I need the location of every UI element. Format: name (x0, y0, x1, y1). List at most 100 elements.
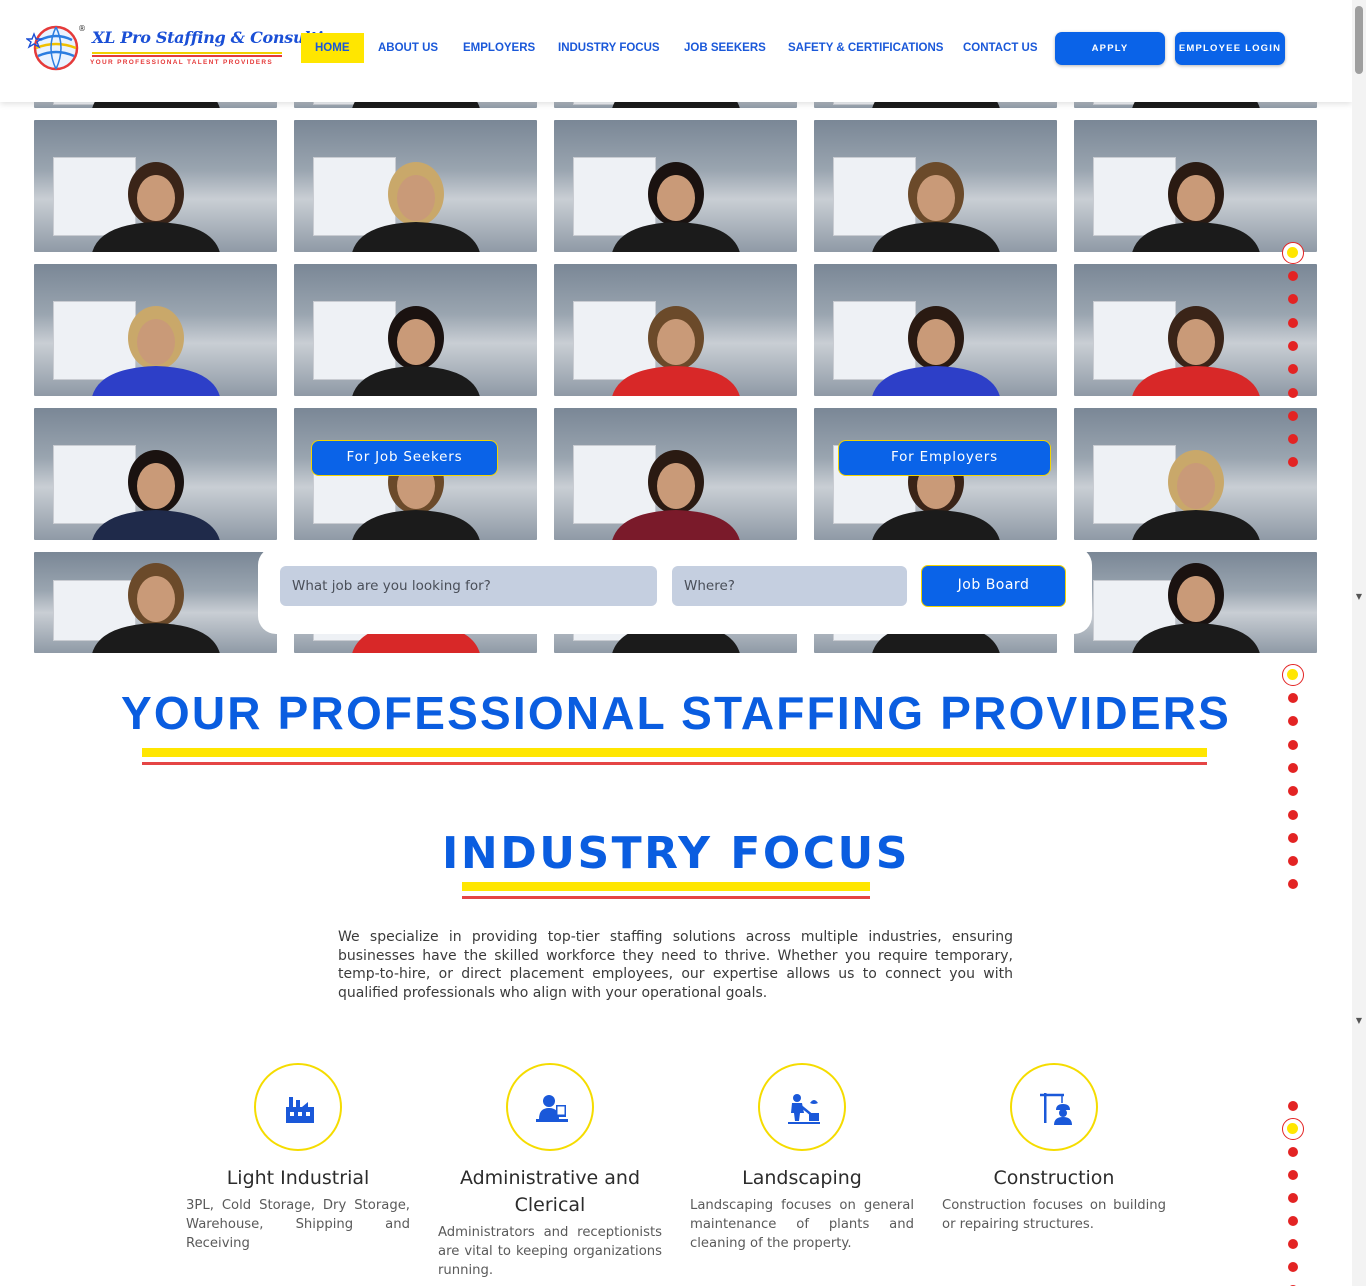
slider-dot[interactable] (1288, 1101, 1298, 1111)
person-silhouette (91, 450, 220, 540)
slider-dot[interactable] (1288, 739, 1298, 750)
scrollbar-thumb[interactable] (1355, 6, 1363, 74)
slider-dot[interactable] (1288, 1193, 1298, 1203)
slider-dot[interactable] (1288, 809, 1298, 820)
scroll-down-arrow-icon[interactable]: ▼ (1354, 592, 1364, 601)
registered-mark: ® (78, 24, 86, 33)
headline-underline-yellow (142, 748, 1207, 757)
team-member-photo (814, 264, 1057, 396)
factory-icon (286, 1097, 314, 1123)
slider-dot[interactable] (1288, 693, 1298, 703)
card-description: Landscaping focuses on general maintenan… (690, 1198, 914, 1251)
job-search-panel: Job Board (258, 547, 1092, 634)
scroll-down-arrow-icon[interactable]: ▼ (1354, 1016, 1364, 1025)
person-silhouette (351, 162, 480, 252)
team-member-photo (554, 120, 797, 252)
brand-tagline: YOUR PROFESSIONAL TALENT PROVIDERS (90, 59, 274, 66)
industry-card-landscaping[interactable]: Landscaping Landscaping focuses on gener… (690, 1063, 914, 1253)
person-silhouette (91, 306, 220, 396)
person-silhouette (611, 450, 740, 540)
logo-underline-red (92, 55, 282, 57)
slider-dot[interactable] (1288, 762, 1298, 773)
person-silhouette (91, 162, 220, 252)
job-search-input[interactable] (280, 566, 657, 606)
person-silhouette (611, 162, 740, 252)
nav-contact-us[interactable]: CONTACT US (963, 33, 1038, 63)
apply-button[interactable]: APPLY (1055, 32, 1165, 65)
for-employers-button[interactable]: For Employers (838, 440, 1051, 476)
team-member-photo (814, 102, 1057, 108)
slider-dot[interactable] (1282, 664, 1304, 686)
card-description: 3PL, Cold Storage, Dry Storage, Warehous… (186, 1198, 410, 1251)
industry-card-administrative[interactable]: Administrative and Clerical Administrato… (438, 1063, 662, 1280)
location-search-input[interactable] (672, 566, 907, 606)
slider-dot[interactable] (1288, 410, 1298, 421)
nav-job-seekers[interactable]: JOB SEEKERS (684, 33, 766, 63)
team-member-photo (814, 120, 1057, 252)
card-title: Light Industrial (226, 1167, 370, 1189)
card-description: Construction focuses on building or repa… (942, 1198, 1166, 1232)
card-description: Administrators and receptionists are vit… (438, 1225, 662, 1278)
team-member-photo (1074, 408, 1317, 540)
industry-underline-red (462, 896, 870, 899)
person-silhouette (871, 306, 1000, 396)
landscaper-icon (788, 1094, 820, 1124)
card-title: Administrative and Clerical (459, 1167, 641, 1216)
team-member-photo (554, 408, 797, 540)
person-silhouette (351, 306, 480, 396)
slider-dot[interactable] (1288, 1147, 1298, 1157)
slider-dot[interactable] (1288, 340, 1298, 351)
nav-industry-focus[interactable]: INDUSTRY FOCUS (558, 33, 660, 63)
person-silhouette (871, 102, 1000, 108)
for-job-seekers-button[interactable]: For Job Seekers (311, 440, 498, 476)
team-member-photo (294, 264, 537, 396)
slider-dot[interactable] (1288, 387, 1298, 398)
person-silhouette (1131, 563, 1260, 653)
slider-dot[interactable] (1288, 786, 1298, 797)
person-silhouette (611, 306, 740, 396)
office-worker-icon (536, 1095, 568, 1122)
person-silhouette (91, 102, 220, 108)
nav-employers[interactable]: EMPLOYERS (463, 33, 535, 63)
industry-underline-yellow (462, 882, 870, 891)
industry-card-light-industrial[interactable]: Light Industrial 3PL, Cold Storage, Dry … (186, 1063, 410, 1253)
person-silhouette (1131, 102, 1260, 108)
job-board-button[interactable]: Job Board (921, 565, 1066, 607)
nav-about-us[interactable]: ABOUT US (378, 33, 438, 63)
team-member-photo (554, 264, 797, 396)
slider-dot[interactable] (1288, 1262, 1298, 1272)
page-scrollbar[interactable]: ▼ ▼ (1352, 0, 1366, 1286)
slider-dot[interactable] (1288, 1216, 1298, 1226)
slider-dot[interactable] (1282, 1118, 1304, 1140)
industry-card-construction[interactable]: Construction Construction focuses on bui… (942, 1063, 1166, 1234)
team-member-photo (294, 102, 537, 108)
slider-dot[interactable] (1288, 271, 1298, 281)
person-silhouette (351, 102, 480, 108)
person-silhouette (1131, 306, 1260, 396)
team-member-photo (34, 264, 277, 396)
brand-logo[interactable]: ® XL Pro Staffing & Consulting YOUR PROF… (26, 20, 345, 76)
construction-worker-icon (1040, 1093, 1072, 1125)
nav-home[interactable]: HOME (301, 33, 364, 63)
person-silhouette (91, 563, 220, 653)
slider-dot[interactable] (1288, 832, 1298, 843)
globe-logo-icon (26, 25, 79, 71)
team-member-photo (1074, 102, 1317, 108)
team-member-photo (294, 120, 537, 252)
person-silhouette (1131, 162, 1260, 252)
headline-underline-red (142, 762, 1207, 765)
employee-login-button[interactable]: EMPLOYEE LOGIN (1175, 32, 1285, 65)
slider-dot[interactable] (1288, 879, 1298, 890)
team-member-photo (1074, 552, 1317, 653)
slider-dot[interactable] (1282, 242, 1304, 264)
nav-safety-certifications[interactable]: SAFETY & CERTIFICATIONS (788, 33, 943, 63)
person-silhouette (611, 102, 740, 108)
team-member-photo (34, 102, 277, 108)
slider-dot[interactable] (1288, 317, 1298, 328)
team-member-photo (34, 552, 277, 653)
slider-dot[interactable] (1288, 1239, 1298, 1249)
slider-dot[interactable] (1288, 1170, 1298, 1180)
card-title: Landscaping (742, 1167, 862, 1189)
team-member-photo (34, 408, 277, 540)
logo-underline-yellow (92, 52, 282, 54)
